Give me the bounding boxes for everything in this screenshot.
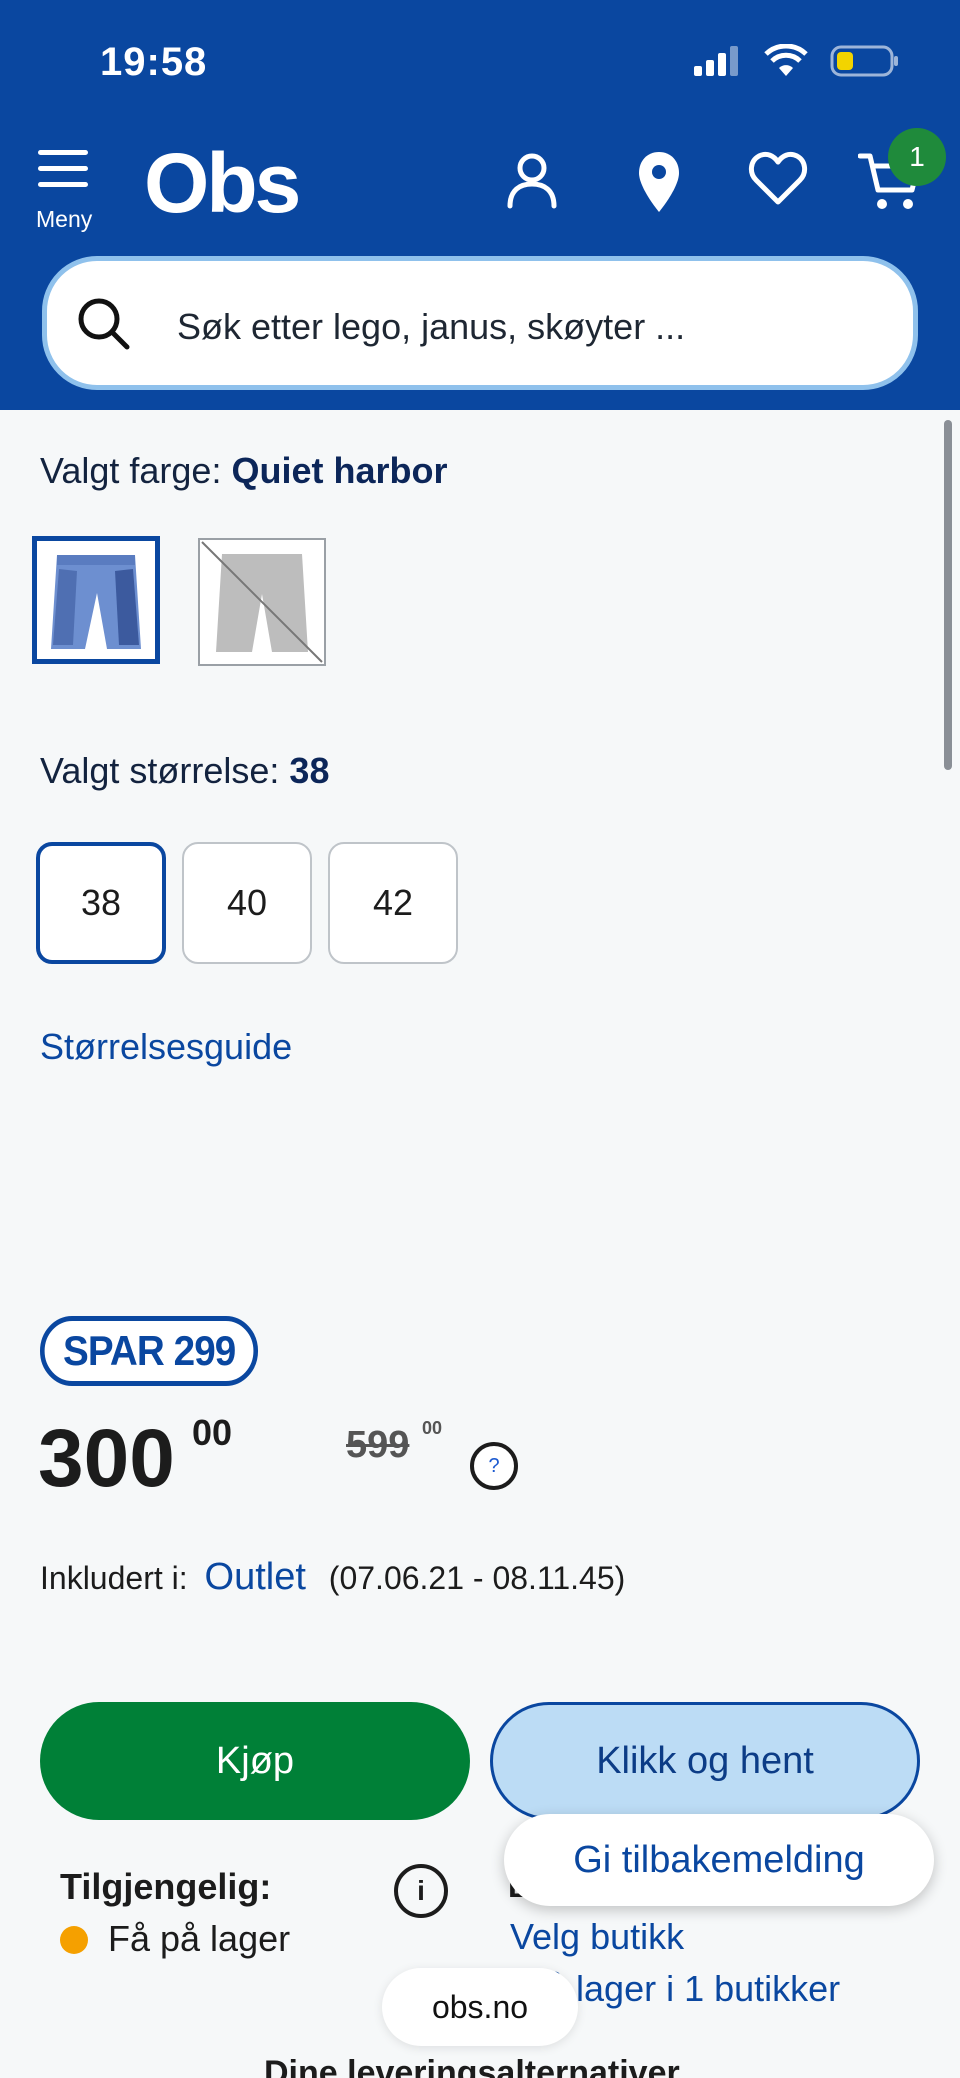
price-main: 300	[38, 1413, 175, 1504]
wifi-icon	[764, 44, 808, 76]
status-time: 19:58	[100, 40, 208, 84]
shorts-image	[51, 555, 141, 649]
click-and-collect-button[interactable]: Klikk og hent	[490, 1702, 920, 1820]
price-original-decimals: 00	[422, 1418, 443, 1438]
campaign-info: Inkludert i: Outlet (07.06.21 - 08.11.45…	[40, 1556, 625, 1599]
color-swatch-selected[interactable]	[32, 536, 160, 664]
color-label: Valgt farge:	[40, 450, 222, 491]
heart-icon[interactable]	[748, 150, 808, 206]
price-help-icon[interactable]: ?	[470, 1442, 518, 1490]
signal-icon	[694, 46, 738, 76]
campaign-period: (07.06.21 - 08.11.45)	[328, 1560, 626, 1596]
stock-status-text: Få på lager	[108, 1918, 291, 1959]
search-icon	[78, 298, 130, 350]
delivery-options-heading: Dine leveringsalternativer	[264, 2054, 680, 2078]
buy-button[interactable]: Kjøp	[40, 1702, 470, 1820]
color-value: Quiet harbor	[231, 450, 448, 491]
feedback-button[interactable]: Gi tilbakemelding	[504, 1814, 934, 1906]
selected-color-line: Valgt farge: Quiet harbor	[40, 450, 448, 492]
availability-title: Tilgjengelig:	[60, 1866, 272, 1907]
menu-button[interactable]	[38, 150, 98, 198]
user-icon[interactable]	[504, 150, 560, 210]
search-input[interactable]: Søk etter lego, janus, skøyter ...	[42, 256, 918, 390]
select-store-link[interactable]: Velg butikk	[510, 1916, 684, 1958]
size-option-42[interactable]: 42	[328, 842, 458, 964]
savings-badge: SPAR 299	[40, 1316, 259, 1386]
app-header: 19:58 Meny Obs 1 Søk etter lego, janus, …	[0, 0, 960, 410]
store-stock-text: å lager i 1 butikker	[546, 1968, 841, 2009]
availability-info-icon[interactable]: i	[394, 1864, 448, 1918]
size-option-38[interactable]: 38	[36, 842, 166, 964]
size-guide-link[interactable]: Størrelsesguide	[40, 1026, 292, 1068]
selected-size-line: Valgt størrelse: 38	[40, 750, 329, 792]
size-value: 38	[289, 750, 330, 791]
browser-url-pill[interactable]: obs.no	[382, 1968, 578, 2046]
price-decimals: 00	[192, 1412, 233, 1453]
menu-label: Meny	[36, 206, 93, 232]
campaign-link-outlet[interactable]: Outlet	[205, 1556, 306, 1598]
status-icons	[692, 44, 900, 78]
price-original: 599	[346, 1424, 410, 1466]
search-placeholder: Søk etter lego, janus, skøyter ...	[177, 306, 686, 347]
campaign-label: Inkludert i:	[40, 1560, 188, 1596]
color-swatch-unavailable[interactable]	[198, 538, 326, 666]
menu-icon	[38, 150, 98, 187]
cart-count-badge: 1	[888, 128, 946, 186]
scrollbar[interactable]	[944, 420, 952, 770]
stock-status-dot	[60, 1926, 88, 1954]
battery-icon	[830, 45, 898, 77]
shorts-image-unavailable	[201, 541, 323, 663]
size-label: Valgt størrelse:	[40, 750, 280, 791]
obs-logo[interactable]: Obs	[144, 138, 301, 228]
size-option-40[interactable]: 40	[182, 842, 312, 964]
location-pin-icon[interactable]	[636, 150, 682, 216]
